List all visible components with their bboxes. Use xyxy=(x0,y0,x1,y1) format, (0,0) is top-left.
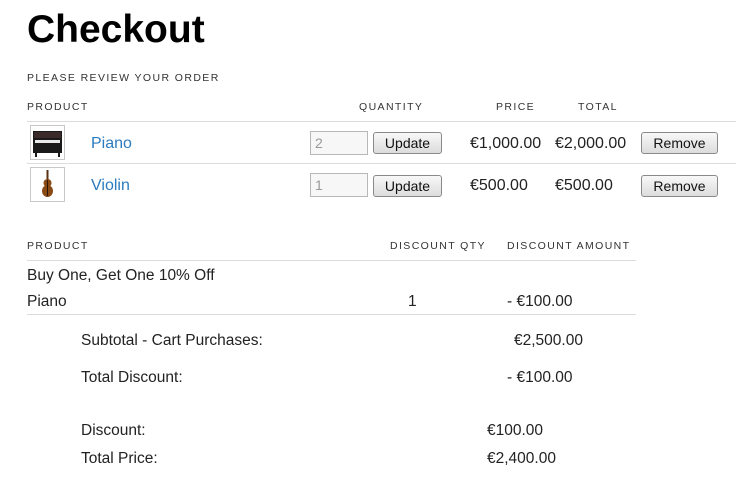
violin-icon xyxy=(42,170,53,197)
promotion-name: Buy One, Get One 10% Off xyxy=(27,267,215,284)
piano-icon xyxy=(33,131,62,157)
remove-button[interactable]: Remove xyxy=(641,175,718,197)
divider xyxy=(27,314,636,315)
remove-button[interactable]: Remove xyxy=(641,132,718,154)
item-total: €2,000.00 xyxy=(555,135,627,152)
discount-label: Discount: xyxy=(81,422,146,439)
discount-value: €100.00 xyxy=(487,422,544,439)
page-subtitle: PLEASE REVIEW YOUR ORDER xyxy=(27,72,220,84)
discount-header-product: PRODUCT xyxy=(27,240,89,252)
update-button[interactable]: Update xyxy=(373,132,442,154)
item-price: €500.00 xyxy=(470,177,528,194)
total-price-label: Total Price: xyxy=(81,450,158,467)
update-button[interactable]: Update xyxy=(373,175,442,197)
quantity-input[interactable] xyxy=(310,131,368,155)
discount-qty: 1 xyxy=(408,293,417,310)
page-title: Checkout xyxy=(27,8,205,51)
discount-product: Piano xyxy=(27,293,67,310)
discount-header-amount: DISCOUNT AMOUNT xyxy=(507,240,631,252)
cart-header-total: TOTAL xyxy=(578,101,618,113)
item-total: €500.00 xyxy=(555,177,613,194)
total-discount-label: Total Discount: xyxy=(81,369,183,386)
divider xyxy=(27,121,736,122)
item-price: €1,000.00 xyxy=(470,135,542,152)
cart-header-quantity: QUANTITY xyxy=(359,101,424,113)
subtotal-value: €2,500.00 xyxy=(514,332,583,349)
cart-header-product: PRODUCT xyxy=(27,101,89,113)
product-link-piano[interactable]: Piano xyxy=(91,135,132,153)
total-discount-value: - €100.00 xyxy=(507,369,573,386)
product-thumbnail xyxy=(30,167,65,202)
cart-header-price: PRICE xyxy=(496,101,536,113)
product-link-violin[interactable]: Violin xyxy=(91,177,130,195)
discount-header-qty: DISCOUNT QTY xyxy=(390,240,486,252)
product-thumbnail xyxy=(30,125,65,160)
divider xyxy=(27,163,736,164)
total-price-value: €2,400.00 xyxy=(487,450,556,467)
subtotal-label: Subtotal - Cart Purchases: xyxy=(81,332,263,349)
discount-amount: - €100.00 xyxy=(507,293,573,310)
divider xyxy=(27,260,636,261)
quantity-input[interactable] xyxy=(310,173,368,197)
